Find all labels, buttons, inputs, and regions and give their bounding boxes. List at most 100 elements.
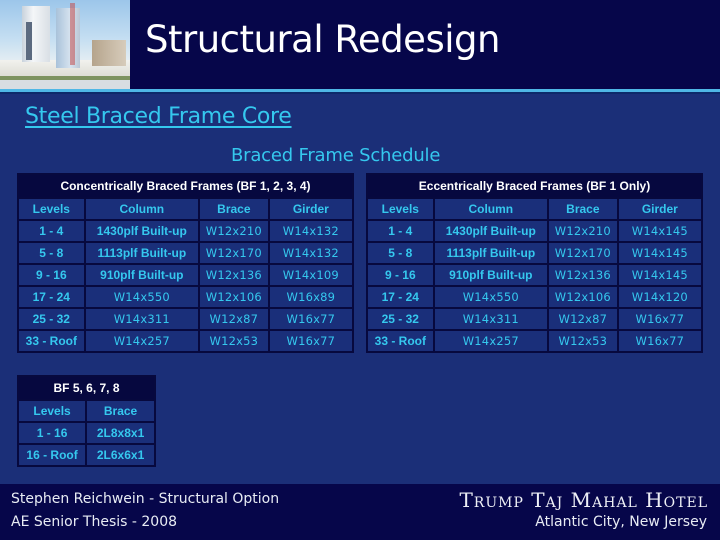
table-row: 5 - 8 1113plf Built-up W12x170 W14x145 (366, 241, 704, 265)
cell-levels: 33 - Roof (366, 329, 435, 353)
cell-brace: W12x106 (198, 285, 270, 309)
table-row: 33 - Roof W14x257 W12x53 W16x77 (366, 329, 704, 353)
footer-bar: Stephen Reichwein - Structural Option AE… (0, 484, 720, 540)
cell-girder: W14x120 (616, 285, 704, 309)
hotel-photo (0, 0, 130, 89)
column-header: Levels (17, 197, 86, 221)
photo-tower-right (92, 40, 126, 66)
table-header-row: Levels Brace (16, 399, 156, 423)
column-header: Brace (547, 197, 619, 221)
cell-column: W14x311 (83, 307, 201, 331)
cell-girder: W14x145 (616, 263, 704, 287)
cell-brace: W12x170 (547, 241, 619, 265)
cell-girder: W14x145 (616, 219, 704, 243)
cell-column: W14x257 (432, 329, 550, 353)
table-header-row: Levels Column Brace Girder (366, 197, 704, 221)
table-row: 33 - Roof W14x257 W12x53 W16x77 (17, 329, 355, 353)
photo-tower-glass (56, 8, 80, 68)
cell-girder: W14x109 (267, 263, 355, 287)
table-row: 17 - 24 W14x550 W12x106 W16x89 (17, 285, 355, 309)
cell-girder: W14x145 (616, 241, 704, 265)
section-subtitle[interactable]: Steel Braced Frame Core (25, 104, 292, 129)
cell-levels: 9 - 16 (366, 263, 435, 287)
cell-girder: W16x77 (616, 307, 704, 331)
cell-brace: W12x106 (547, 285, 619, 309)
cell-column: 1430plf Built-up (432, 219, 550, 243)
table-row: 1 - 4 1430plf Built-up W12x210 W14x132 (17, 219, 355, 243)
concentric-braced-frames-table: Concentrically Braced Frames (BF 1, 2, 3… (17, 173, 355, 353)
cell-column: W14x257 (83, 329, 201, 353)
table-row: 16 - Roof 2L6x6x1 (16, 443, 156, 467)
cell-levels: 1 - 16 (16, 421, 88, 445)
cell-girder: W16x89 (267, 285, 355, 309)
cell-brace: W12x53 (198, 329, 270, 353)
cell-column: W14x311 (432, 307, 550, 331)
footer-hotel-name: Trump Taj Mahal Hotel (459, 488, 708, 512)
cell-brace: W12x136 (547, 263, 619, 287)
cell-levels: 25 - 32 (17, 307, 86, 331)
cell-girder: W14x132 (267, 241, 355, 265)
table-row: 5 - 8 1113plf Built-up W12x170 W14x132 (17, 241, 355, 265)
table-row: 9 - 16 910plf Built-up W12x136 W14x109 (17, 263, 355, 287)
table-row: 1 - 4 1430plf Built-up W12x210 W14x145 (366, 219, 704, 243)
table-row: 25 - 32 W14x311 W12x87 W16x77 (366, 307, 704, 331)
schedule-title: Braced Frame Schedule (231, 145, 441, 166)
photo-road (0, 80, 130, 89)
cell-brace: 2L6x6x1 (85, 443, 156, 467)
cell-column: W14x550 (432, 285, 550, 309)
table-row: 1 - 16 2L8x8x1 (16, 421, 156, 445)
cell-levels: 1 - 4 (17, 219, 86, 243)
cell-column: 1430plf Built-up (83, 219, 201, 243)
column-header: Girder (616, 197, 704, 221)
footer-thesis: AE Senior Thesis - 2008 (11, 514, 178, 530)
cell-levels: 9 - 16 (17, 263, 86, 287)
cell-levels: 33 - Roof (17, 329, 86, 353)
table-row: 25 - 32 W14x311 W12x87 W16x77 (17, 307, 355, 331)
photo-tower-sign (70, 3, 75, 65)
footer-location: Atlantic City, New Jersey (535, 514, 707, 530)
cell-column: 1113plf Built-up (432, 241, 550, 265)
cell-levels: 1 - 4 (366, 219, 435, 243)
cell-brace: W12x170 (198, 241, 270, 265)
cell-levels: 5 - 8 (17, 241, 86, 265)
eccentric-braced-frames-table: Eccentrically Braced Frames (BF 1 Only) … (366, 173, 704, 353)
cell-levels: 17 - 24 (366, 285, 435, 309)
header-divider-shadow (0, 92, 720, 94)
column-header: Girder (267, 197, 355, 221)
cell-levels: 16 - Roof (16, 443, 88, 467)
footer-author: Stephen Reichwein - Structural Option (11, 491, 280, 507)
header-bar: Structural Redesign (0, 0, 720, 89)
cell-brace: W12x53 (547, 329, 619, 353)
cell-brace: W12x210 (198, 219, 270, 243)
cell-girder: W16x77 (267, 329, 355, 353)
cell-levels: 25 - 32 (366, 307, 435, 331)
cell-column: 910plf Built-up (432, 263, 550, 287)
photo-tower-left-windows (26, 22, 32, 60)
column-header: Column (432, 197, 550, 221)
table-caption: BF 5, 6, 7, 8 (17, 375, 156, 401)
column-header: Column (83, 197, 201, 221)
cell-column: 910plf Built-up (83, 263, 201, 287)
cell-levels: 17 - 24 (17, 285, 86, 309)
table-caption: Concentrically Braced Frames (BF 1, 2, 3… (17, 173, 354, 199)
table-row: 9 - 16 910plf Built-up W12x136 W14x145 (366, 263, 704, 287)
cell-brace: W12x87 (547, 307, 619, 331)
cell-column: W14x550 (83, 285, 201, 309)
cell-brace: W12x136 (198, 263, 270, 287)
column-header: Levels (16, 399, 88, 423)
slide-title: Structural Redesign (145, 18, 500, 61)
cell-girder: W14x132 (267, 219, 355, 243)
column-header: Brace (85, 399, 156, 423)
cell-girder: W16x77 (616, 329, 704, 353)
cell-brace: W12x210 (547, 219, 619, 243)
cell-column: 1113plf Built-up (83, 241, 201, 265)
table-caption: Eccentrically Braced Frames (BF 1 Only) (366, 173, 703, 199)
cell-levels: 5 - 8 (366, 241, 435, 265)
column-header: Levels (366, 197, 435, 221)
cell-brace: W12x87 (198, 307, 270, 331)
cell-brace: 2L8x8x1 (85, 421, 156, 445)
cell-girder: W16x77 (267, 307, 355, 331)
table-row: 17 - 24 W14x550 W12x106 W14x120 (366, 285, 704, 309)
column-header: Brace (198, 197, 270, 221)
bf-5-8-table: BF 5, 6, 7, 8 Levels Brace 1 - 16 2L8x8x… (16, 375, 156, 467)
